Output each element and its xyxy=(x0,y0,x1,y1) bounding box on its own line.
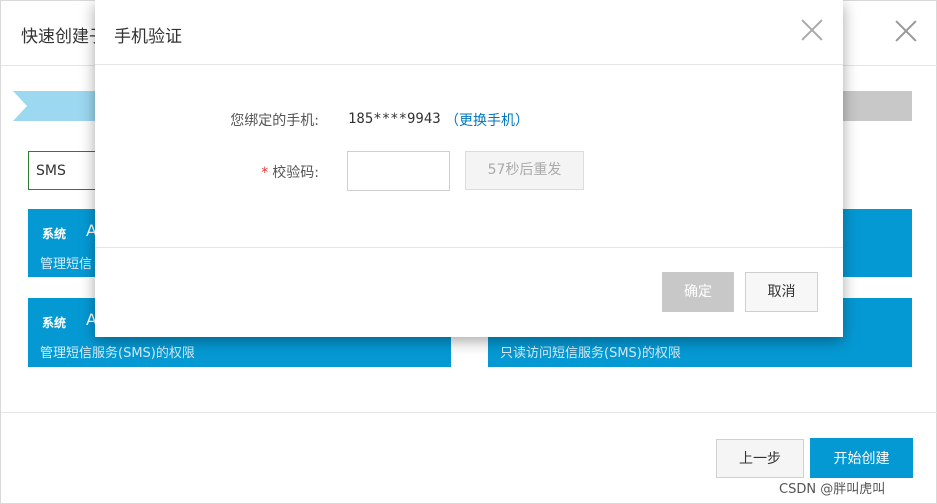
policy-description: 只读访问短信服务(SMS)的权限 xyxy=(500,346,681,361)
background-modal-title: 快速创建子 xyxy=(21,27,106,47)
divider xyxy=(95,64,843,65)
watermark: CSDN @胖叫虎叫 xyxy=(779,482,886,497)
divider xyxy=(95,247,843,248)
step-indicator-inactive xyxy=(837,91,912,121)
background-close-icon[interactable] xyxy=(894,19,918,43)
phone-verification-dialog: 手机验证 您绑定的手机: 185****9943 （更换手机） * 校验码: 57… xyxy=(95,0,843,337)
close-icon[interactable] xyxy=(800,18,824,42)
confirm-button[interactable]: 确定 xyxy=(662,272,734,312)
dialog-title: 手机验证 xyxy=(114,27,182,47)
required-star: * xyxy=(261,165,269,181)
system-tag: 系统 xyxy=(42,227,67,241)
phone-number: 185****9943 xyxy=(348,111,441,127)
verification-code-input[interactable] xyxy=(347,151,450,191)
policy-description: 管理短信 xyxy=(40,257,93,272)
cancel-button[interactable]: 取消 xyxy=(745,272,818,312)
code-label: 校验码: xyxy=(272,165,319,181)
divider xyxy=(1,412,937,413)
phone-label: 您绑定的手机: xyxy=(230,113,319,129)
code-label-row: * 校验码: xyxy=(119,162,319,182)
start-create-button[interactable]: 开始创建 xyxy=(810,438,913,478)
system-tag: 系统 xyxy=(42,316,67,330)
policy-description: 管理短信服务(SMS)的权限 xyxy=(40,346,195,361)
resend-code-button[interactable]: 57秒后重发 xyxy=(465,151,584,190)
change-phone-link[interactable]: （更换手机） xyxy=(445,110,529,130)
previous-step-button[interactable]: 上一步 xyxy=(716,439,804,478)
